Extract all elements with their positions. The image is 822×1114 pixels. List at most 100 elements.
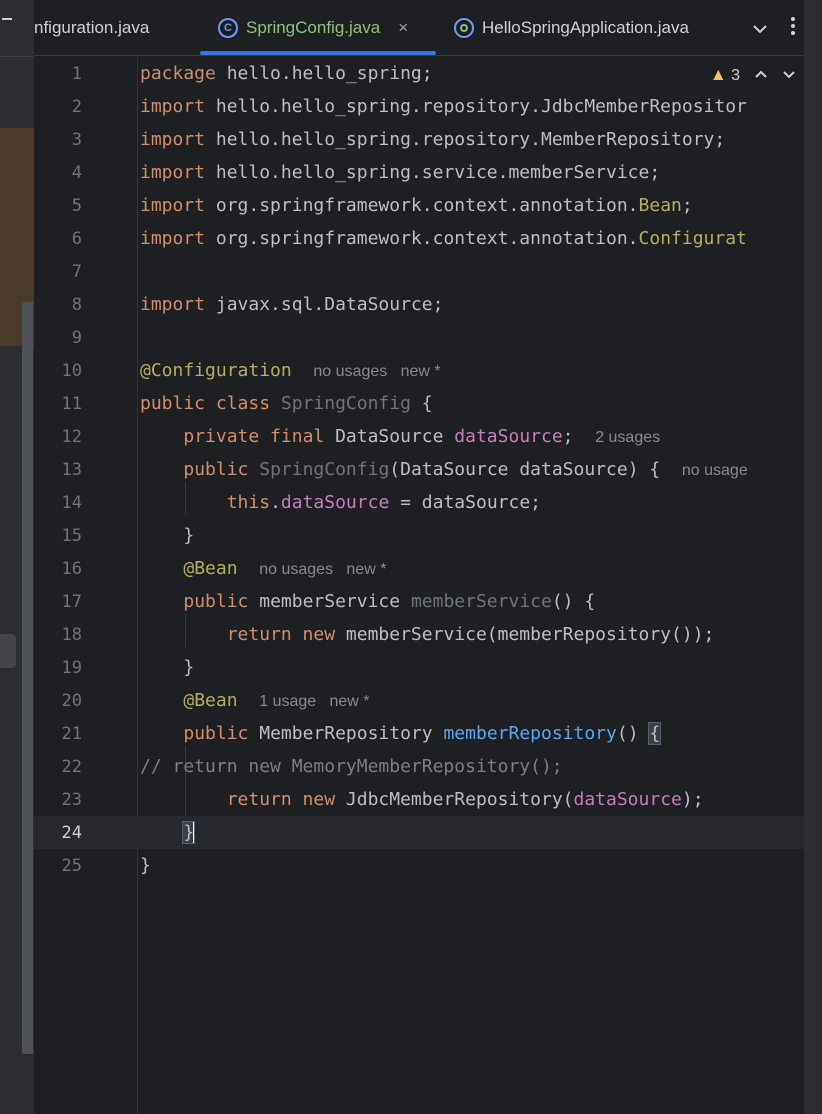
token-text: hello.hello_spring; — [215, 63, 433, 84]
code-line[interactable]: 12 private final DataSource dataSource; … — [34, 420, 804, 453]
code-line[interactable]: 16 @Bean no usages new * — [34, 552, 804, 585]
code-line[interactable]: 10 @Configuration no usages new * — [34, 354, 804, 387]
code-line[interactable]: 11 public class SpringConfig { — [34, 387, 804, 420]
token-text: } — [140, 657, 195, 678]
inlay-hint: no usages new * — [313, 363, 441, 380]
project-scrollbar[interactable] — [22, 302, 33, 1054]
class-c-icon: C — [218, 18, 238, 38]
divider — [0, 56, 34, 57]
token-text: javax.sql.DataSource; — [205, 294, 444, 315]
token-text: () { — [551, 591, 596, 612]
tab-configuration[interactable]: nfiguration.java — [34, 0, 149, 56]
line-number: 17 — [61, 591, 82, 612]
token-field: dataSource — [454, 426, 563, 447]
inspections-widget[interactable]: ▲ 3 — [709, 65, 796, 85]
code-line[interactable]: 21 public MemberRepository memberReposit… — [34, 717, 804, 750]
token-text: } — [140, 525, 195, 546]
token-text: { — [410, 393, 433, 414]
code-text: public SpringConfig(DataSource dataSourc… — [140, 459, 747, 480]
tab-springconfig[interactable]: C SpringConfig.java × — [218, 0, 408, 56]
code-line[interactable]: 22 // return new MemoryMemberRepository()… — [34, 750, 804, 783]
code-text: @Bean 1 usage new * — [140, 690, 369, 711]
code-line[interactable]: 6 import org.springframework.context.anno… — [34, 222, 804, 255]
code-line[interactable]: 17 public memberService memberService() … — [34, 585, 804, 618]
project-panel-edge[interactable] — [0, 0, 34, 1114]
line-number: 8 — [71, 294, 82, 315]
code-line[interactable]: 8 import javax.sql.DataSource; — [34, 288, 804, 321]
code-line[interactable]: 7 — [34, 255, 804, 288]
token-kw: import — [140, 195, 206, 216]
chevron-down-icon[interactable] — [752, 18, 768, 39]
code-text: this.dataSource = dataSource; — [140, 492, 541, 513]
token-kw: import — [140, 294, 206, 315]
token-field: dataSource — [573, 789, 682, 810]
code-line[interactable]: 3 import hello.hello_spring.repository.Me… — [34, 123, 804, 156]
vertical-ellipsis-icon[interactable] — [790, 16, 796, 41]
minimize-icon[interactable] — [2, 18, 12, 20]
code-text: } — [140, 820, 196, 844]
line-number: 20 — [61, 690, 82, 711]
code-line[interactable]: 5 import org.springframework.context.anno… — [34, 189, 804, 222]
code-text: } — [140, 657, 194, 678]
project-tree-item[interactable] — [0, 634, 16, 668]
code-line[interactable]: 25} — [34, 849, 804, 882]
code-text: private final DataSource dataSource; 2 u… — [140, 426, 660, 447]
token-kw: return new — [226, 624, 336, 645]
token-kw: package — [140, 63, 216, 84]
warning-triangle-icon[interactable]: ▲ 3 — [710, 65, 740, 85]
token-comment: // return new MemoryMemberRepository(); — [140, 756, 563, 777]
close-icon[interactable]: × — [398, 18, 408, 38]
editor-scrollbar-strip[interactable] — [804, 0, 822, 1114]
token-kw: import — [140, 228, 206, 249]
code-line[interactable]: 9 — [34, 321, 804, 354]
token-kw: import — [140, 162, 206, 183]
active-tab-indicator — [200, 51, 436, 55]
token-text: = dataSource; — [389, 492, 541, 513]
line-number: 3 — [71, 129, 82, 150]
code-line[interactable]: 15 } — [34, 519, 804, 552]
line-number: 18 — [61, 624, 82, 645]
code-line[interactable]: 14 this.dataSource = dataSource; — [34, 486, 804, 519]
spring-boot-class-icon — [454, 18, 474, 38]
line-number: 14 — [61, 492, 82, 513]
code-line[interactable]: 1 package hello.hello_spring; — [34, 57, 804, 90]
token-ann: Configurat — [638, 228, 747, 249]
token-text: org.springframework.context.annotation. — [205, 195, 639, 216]
token-kw: import — [140, 129, 206, 150]
line-number: 19 — [61, 657, 82, 678]
token-text: . — [270, 492, 281, 513]
code-line[interactable]: 23 return new JdbcMemberRepository(dataS… — [34, 783, 804, 816]
code-text: } — [140, 855, 151, 876]
inlay-hint: 2 usages — [595, 429, 661, 446]
line-number: 4 — [71, 162, 82, 183]
chevron-up-icon[interactable] — [754, 66, 768, 84]
code-line[interactable]: 20 @Bean 1 usage new * — [34, 684, 804, 717]
code-line[interactable]: 4 import hello.hello_spring.service.membe… — [34, 156, 804, 189]
tab-tools — [752, 0, 796, 56]
code-line[interactable]: 18 return new memberService(memberReposi… — [34, 618, 804, 651]
line-number: 16 — [61, 558, 82, 579]
code-line[interactable]: 19 } — [34, 651, 804, 684]
code-line[interactable]: 24 } — [34, 816, 804, 849]
tab-hellospringapplication[interactable]: HelloSpringApplication.java — [454, 0, 689, 56]
token-dim: SpringConfig — [280, 393, 411, 414]
code-line[interactable]: 2 import hello.hello_spring.repository.Jd… — [34, 90, 804, 123]
chevron-down-icon[interactable] — [782, 66, 796, 84]
token-kw: return new — [226, 789, 336, 810]
token-text: ; — [681, 195, 693, 216]
code-editor[interactable]: 1 package hello.hello_spring; 2 import hell… — [34, 57, 804, 1114]
token-text: } — [140, 855, 151, 876]
text-caret — [193, 821, 196, 844]
token-text: hello.hello_spring.repository.JdbcMember… — [205, 96, 747, 117]
code-line[interactable]: 13 public SpringConfig(DataSource dataSo… — [34, 453, 804, 486]
token-ann: Bean — [638, 195, 682, 216]
